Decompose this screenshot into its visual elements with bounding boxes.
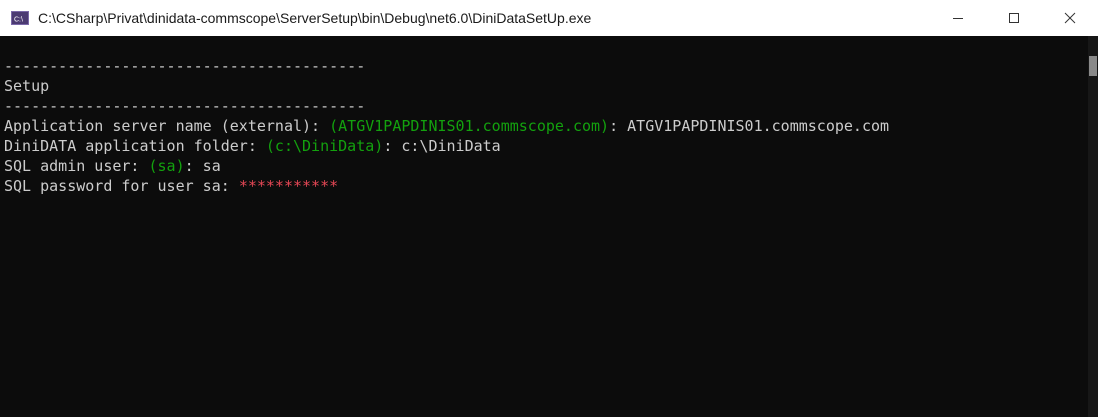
close-icon	[1064, 12, 1076, 24]
svg-text:C:\: C:\	[14, 16, 23, 23]
vertical-scrollbar[interactable]	[1088, 36, 1098, 417]
separator-line: ----------------------------------------	[4, 97, 366, 115]
sql-user-line: SQL admin user: (sa): sa	[4, 156, 1088, 176]
app-folder-value: : c:\DiniData	[383, 137, 501, 155]
server-name-default: (ATGV1PAPDINIS01.commscope.com)	[329, 117, 610, 135]
separator-line: ----------------------------------------	[4, 57, 366, 75]
server-name-prompt: Application server name (external):	[4, 117, 330, 135]
maximize-button[interactable]	[986, 0, 1042, 36]
app-folder-line: DiniDATA application folder: (c:\DiniDat…	[4, 136, 1088, 156]
sql-password-prompt: SQL password for user sa:	[4, 177, 239, 195]
sql-password-mask[interactable]: ***********	[239, 177, 338, 195]
close-button[interactable]	[1042, 0, 1098, 36]
server-name-line: Application server name (external): (ATG…	[4, 116, 1088, 136]
app-folder-default: (c:\DiniData)	[265, 137, 384, 155]
console-app-icon: C:\	[11, 11, 29, 25]
scrollbar-thumb[interactable]	[1089, 56, 1097, 76]
window-controls	[930, 0, 1098, 36]
sql-password-line[interactable]: SQL password for user sa: ***********	[4, 176, 1088, 196]
server-name-value: : ATGV1PAPDINIS01.commscope.com	[609, 117, 890, 135]
minimize-icon	[953, 18, 963, 19]
minimize-button[interactable]	[930, 0, 986, 36]
sql-user-prompt: SQL admin user:	[4, 157, 149, 175]
maximize-icon	[1009, 13, 1019, 23]
app-folder-prompt: DiniDATA application folder:	[4, 137, 266, 155]
sql-user-default: (sa)	[148, 157, 185, 175]
sql-user-value: : sa	[184, 157, 221, 175]
title-bar[interactable]: C:\ C:\CSharp\Privat\dinidata-commscope\…	[0, 0, 1098, 36]
console-window: C:\ C:\CSharp\Privat\dinidata-commscope\…	[0, 0, 1098, 417]
setup-heading: Setup	[4, 77, 50, 95]
console-output[interactable]: ----------------------------------------…	[0, 36, 1088, 417]
window-title: C:\CSharp\Privat\dinidata-commscope\Serv…	[38, 10, 592, 26]
